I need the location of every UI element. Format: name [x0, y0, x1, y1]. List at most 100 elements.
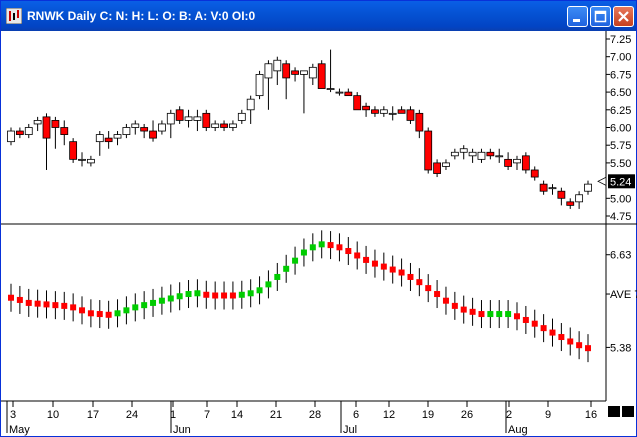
average-mark [318, 241, 325, 248]
average-mark [265, 281, 272, 288]
day-tick-label: 17 [87, 409, 99, 421]
minimize-icon [573, 19, 580, 22]
average-mark [123, 307, 130, 314]
app-icon [6, 8, 22, 24]
average-mark [16, 296, 23, 303]
average-mark [256, 287, 263, 294]
candle-body [575, 194, 584, 203]
candle-body [202, 112, 211, 128]
maximize-icon [594, 10, 607, 23]
average-mark [194, 290, 201, 297]
average-mark [105, 311, 112, 318]
chart-window: RNWK Daily C: N: H: L: O: B: A: V:0 OI:0… [0, 0, 637, 437]
last-price-label: 5.24 [610, 176, 631, 188]
average-mark [25, 299, 32, 306]
average-mark [522, 316, 529, 323]
average-mark [247, 290, 254, 297]
average-mark [274, 273, 281, 280]
average-mark [309, 244, 316, 251]
candle-body [193, 116, 202, 121]
average-mark [354, 252, 361, 259]
price-tick-label: 4.75 [610, 211, 631, 223]
candle-body [60, 127, 69, 135]
candle-body [122, 127, 131, 135]
scroll-left-button[interactable] [608, 406, 620, 417]
candle-body [246, 98, 255, 111]
average-mark [185, 291, 192, 298]
candle-body [468, 151, 477, 157]
month-label: Jul [343, 424, 357, 436]
average-mark [558, 334, 565, 341]
average-mark [229, 292, 236, 299]
candle-body [326, 88, 335, 90]
price-tick-label: 5.75 [610, 140, 631, 152]
candle-body [486, 151, 495, 157]
candle-body [308, 66, 317, 79]
candle-body [379, 109, 388, 114]
average-marks [8, 230, 591, 363]
average-mark [61, 302, 68, 309]
candle-body [229, 123, 237, 128]
average-mark [292, 257, 299, 264]
average-mark [469, 308, 476, 315]
price-tick-label: 6.50 [610, 87, 631, 99]
close-icon [618, 11, 629, 22]
close-button[interactable] [613, 6, 634, 27]
month-label: Jun [173, 424, 191, 436]
day-tick-label: 28 [309, 409, 321, 421]
candle-body [584, 183, 592, 192]
candle-body [211, 123, 220, 128]
candle-body [335, 91, 344, 94]
price-axis-labels: 7.25 7.00 6.75 6.50 6.25 6.00 5.75 5.50 5.24 5.00… [597, 34, 635, 223]
average-mark [158, 297, 165, 304]
average-mark [531, 320, 538, 327]
candle-body [220, 123, 228, 128]
average-tick-label: AVE 7 [610, 289, 637, 301]
average-mark [283, 265, 290, 272]
day-tick-label: 12 [383, 409, 395, 421]
average-mark [52, 302, 59, 309]
average-mark [540, 325, 547, 332]
candle-body [397, 109, 406, 114]
candle-body [158, 123, 166, 132]
average-mark [96, 311, 103, 318]
price-tick-label: 5.00 [610, 193, 631, 205]
average-mark [176, 293, 183, 300]
candle-body [24, 127, 33, 135]
average-mark [549, 329, 556, 336]
average-axis-labels: 6.63 AVE 7 5.38 [606, 250, 637, 354]
candle-body [530, 169, 539, 178]
candle-body [113, 134, 122, 139]
minimize-button[interactable] [567, 6, 588, 27]
candle-body [95, 134, 104, 143]
candle-body [415, 112, 424, 132]
candle-body [539, 183, 548, 192]
scroll-right-button[interactable] [622, 406, 634, 417]
title-bar[interactable]: RNWK Daily C: N: H: L: O: B: A: V:0 OI:0 [1, 1, 636, 31]
candle-body [388, 112, 397, 115]
average-mark [585, 345, 591, 352]
candle-body [495, 155, 504, 158]
day-tick-label: 2 [506, 409, 512, 421]
candle-body [442, 162, 450, 167]
day-tick-label: 9 [545, 409, 551, 421]
maximize-button[interactable] [590, 6, 611, 27]
price-tick-label: 7.25 [610, 34, 631, 46]
candle-body [344, 91, 353, 97]
average-mark [87, 310, 94, 317]
candle-body [86, 158, 95, 164]
price-candles [7, 49, 592, 209]
average-mark [221, 292, 228, 299]
average-tick-label: 5.38 [610, 342, 631, 354]
average-mark [203, 291, 210, 298]
average-mark [451, 302, 458, 309]
day-tick-label: 3 [10, 409, 16, 421]
average-mark [434, 291, 441, 298]
candle-body [255, 74, 264, 97]
candle-body [477, 151, 486, 160]
average-mark [460, 306, 467, 313]
candle-body [15, 130, 24, 135]
candle-body [371, 109, 379, 114]
chart-canvas[interactable]: 7.25 7.00 6.75 6.50 6.25 6.00 5.75 5.50 5.24 5.00… [1, 31, 637, 437]
average-mark [212, 292, 219, 299]
